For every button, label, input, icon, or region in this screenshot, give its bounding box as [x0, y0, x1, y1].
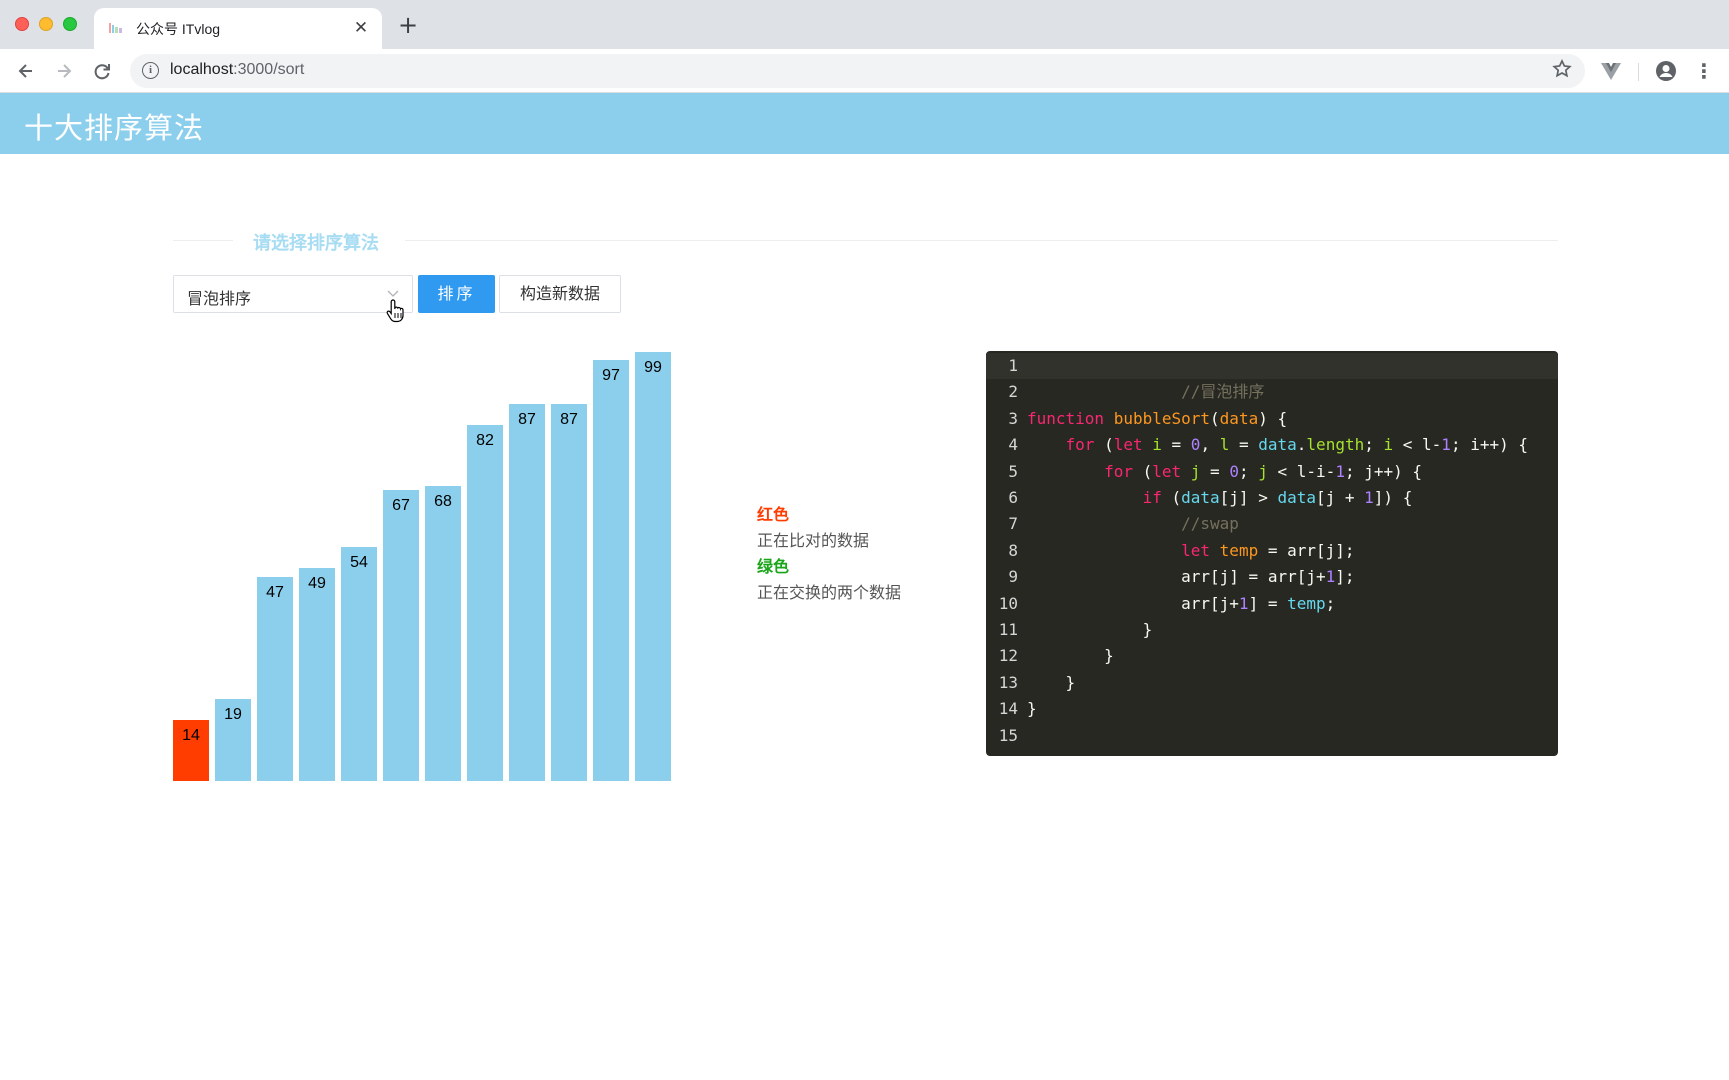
code-line: 11 } [998, 620, 1153, 639]
bar-value-label: 99 [644, 359, 662, 376]
bar: 68 [425, 486, 461, 781]
sort-bar-chart: 14 19 47 49 54 67 68 82 87 87 97 99 [0, 0, 700, 800]
kebab-menu-icon[interactable]: ⋮ [1692, 59, 1716, 83]
code-editor[interactable]: 1 2 //冒泡排序 3 function bubbleSort(data) { … [986, 351, 1558, 756]
vue-devtools-icon[interactable] [1600, 60, 1622, 82]
code-line: 4 for (let i = 0, l = data.length; i < l… [1008, 435, 1528, 455]
bar: 87 [551, 404, 587, 781]
bar-value-label: 67 [392, 497, 410, 514]
legend-red-description: 正在比对的数据 [757, 531, 870, 550]
legend-green-label: 绿色 [757, 557, 790, 576]
color-legend: 红色 正在比对的数据 绿色 正在交换的两个数据 [757, 502, 901, 606]
bar: 87 [509, 404, 545, 781]
code-line: 3 function bubbleSort(data) { [1008, 408, 1288, 428]
bar: 47 [257, 577, 293, 781]
bar-value-label: 87 [560, 411, 578, 428]
profile-avatar-icon[interactable] [1655, 60, 1677, 82]
code-line: 1 [986, 353, 1558, 380]
bar-value-label: 68 [434, 493, 452, 510]
code-line: 14} [998, 699, 1037, 719]
bar: 49 [299, 568, 335, 781]
code-line: 9 arr[j] = arr[j+1]; [1008, 567, 1355, 587]
code-line: 10 arr[j+1] = temp; [998, 593, 1336, 613]
toolbar-separator [1638, 63, 1639, 81]
code-line: 15 [998, 725, 1018, 745]
bar: 14 [173, 720, 209, 781]
code-line: 2 //冒泡排序 [1008, 382, 1265, 402]
bar: 54 [341, 547, 377, 781]
bar-value-label: 54 [350, 554, 368, 571]
code-line: 5 for (let j = 0; j < l-i-1; j++) { [1008, 461, 1423, 481]
bar: 67 [383, 490, 419, 781]
code-line: 8 let temp = arr[j]; [1008, 540, 1355, 560]
legend-green-description: 正在交换的两个数据 [757, 583, 902, 602]
bar-value-label: 19 [224, 706, 242, 723]
code-line: 6 if (data[j] > data[j + 1]) { [1008, 488, 1413, 507]
bar-value-label: 14 [182, 727, 200, 744]
code-line: 7 //swap [1008, 514, 1239, 534]
legend-red-label: 红色 [757, 505, 790, 524]
bar: 82 [467, 425, 503, 781]
bar-value-label: 47 [266, 584, 284, 601]
bar-value-label: 49 [308, 575, 326, 592]
bar: 19 [215, 699, 251, 781]
code-line: 13 } [998, 672, 1076, 692]
bar-value-label: 97 [602, 367, 620, 384]
code-line: 12 } [998, 646, 1114, 666]
bar: 99 [635, 352, 671, 781]
bar-value-label: 87 [518, 411, 536, 428]
bar: 97 [593, 360, 629, 781]
bookmark-star-icon[interactable] [1551, 58, 1573, 85]
bar-value-label: 82 [476, 432, 494, 449]
